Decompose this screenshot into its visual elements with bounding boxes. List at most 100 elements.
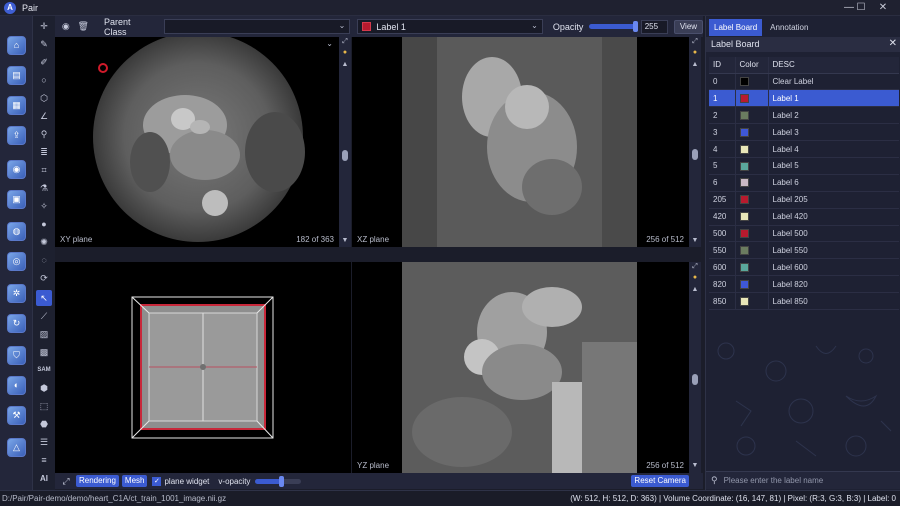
sun-tool[interactable]: ✺ [36, 234, 52, 250]
xy-scrollbar[interactable]: ⤢ ● ▲ ▼ [339, 37, 351, 247]
layers-tool[interactable]: ≣ [36, 144, 52, 160]
rotate-tool[interactable]: ⟳ [36, 270, 52, 286]
xz-scroll-thumb[interactable] [692, 149, 698, 160]
shape-tool[interactable]: ⬣ [36, 416, 52, 432]
table-row[interactable]: 500 Label 500 [709, 225, 899, 243]
module-segment-button[interactable]: ▦ [7, 96, 26, 115]
module-camera-button[interactable]: ◉ [7, 160, 26, 179]
table-row[interactable]: 6 Label 6 [709, 174, 899, 192]
table-row[interactable]: 5 Label 5 [709, 157, 899, 175]
v-opacity-thumb[interactable] [278, 475, 284, 487]
module-refresh-button[interactable]: ↻ [7, 314, 26, 333]
table-row[interactable]: 2 Label 2 [709, 106, 899, 125]
crosshair-tool[interactable]: ✛ [36, 18, 52, 34]
scroll-up-icon[interactable]: ▲ [690, 286, 700, 293]
pencil-tool[interactable]: ✎ [36, 36, 52, 52]
label-color-cell[interactable] [734, 191, 769, 209]
label-color-cell[interactable] [734, 123, 769, 142]
fullscreen-icon[interactable]: ⤢ [59, 476, 73, 487]
chevron-down-icon[interactable]: ⌄ [326, 39, 333, 48]
module-shield-button[interactable]: ⛉ [7, 346, 26, 365]
3d-viewport[interactable] [55, 262, 351, 473]
xy-viewport[interactable]: XY plane 182 of 363 ⌄ [55, 37, 339, 247]
expand-icon[interactable]: ⤢ [690, 263, 700, 271]
circle-tool[interactable]: ○ [36, 72, 52, 88]
reset-camera-button[interactable]: Reset Camera [631, 475, 689, 487]
tab-annotation[interactable]: Annotation [765, 19, 813, 36]
table-row[interactable]: 550 Label 550 [709, 241, 899, 260]
sun-icon[interactable]: ● [690, 49, 700, 56]
opacity-slider-thumb[interactable] [632, 21, 638, 32]
table-row[interactable]: 820 Label 820 [709, 275, 899, 294]
expand-icon[interactable]: ⤢ [340, 38, 350, 46]
dropper-tool[interactable]: ⚗ [36, 180, 52, 196]
module-export-button[interactable]: ⇪ [7, 126, 26, 145]
parent-class-select[interactable]: ⌄ [163, 19, 351, 34]
xy-scroll-thumb[interactable] [342, 150, 348, 161]
polygon-tool[interactable]: ⬡ [36, 90, 52, 106]
module-mask-button[interactable]: ◐ [7, 376, 26, 395]
ai-tool[interactable]: AI [36, 471, 52, 487]
module-settings-button[interactable]: ✲ [7, 284, 26, 303]
yz-viewport[interactable]: YZ plane 256 of 512 [352, 262, 689, 473]
v-opacity-slider[interactable] [255, 475, 302, 487]
label-color-cell[interactable] [734, 157, 769, 175]
label-color-cell[interactable] [734, 89, 769, 108]
opacity-value-input[interactable]: 255 [640, 19, 668, 34]
rendering-button[interactable]: Rendering [76, 475, 119, 487]
brush-tool[interactable]: ✐ [36, 54, 52, 70]
tab-label-board[interactable]: Label Board [709, 19, 763, 36]
module-home-button[interactable]: ⌂ [7, 36, 26, 55]
select-tool[interactable]: ↖ [36, 290, 52, 306]
view-button[interactable]: View [673, 19, 703, 34]
region-tool[interactable]: ▨ [36, 326, 52, 342]
label-color-cell[interactable] [734, 73, 769, 91]
table-row[interactable]: 600 Label 600 [709, 258, 899, 277]
image-tool[interactable]: ▩ [36, 344, 52, 360]
wand-tool[interactable]: ✧ [36, 198, 52, 214]
table-row[interactable]: 205 Label 205 [709, 191, 899, 209]
angle-tool[interactable]: ∠ [36, 108, 52, 124]
label-color-cell[interactable] [734, 106, 769, 125]
label-search-input[interactable] [723, 476, 884, 485]
plane-widget-checkbox[interactable]: ✓ [152, 476, 162, 486]
box-tool[interactable]: ⬚ [36, 398, 52, 414]
module-measure-button[interactable]: △ [7, 438, 26, 457]
sun-icon[interactable]: ● [340, 49, 350, 56]
close-icon[interactable]: ✕ [889, 38, 897, 49]
lasso-tool[interactable]: ◌ [36, 252, 52, 268]
sphere-tool[interactable]: ● [36, 216, 52, 232]
sliders-tool[interactable]: ☰ [36, 434, 52, 450]
label-color-cell[interactable] [734, 208, 769, 226]
module-tools-button[interactable]: ⚒ [7, 406, 26, 425]
opacity-slider[interactable] [589, 21, 638, 32]
table-row[interactable]: 1 Label 1 [709, 89, 899, 108]
list-tool[interactable]: ≡ [36, 452, 52, 468]
scroll-down-icon[interactable]: ▼ [690, 237, 700, 244]
expand-icon[interactable]: ⤢ [690, 38, 700, 46]
sun-icon[interactable]: ● [690, 274, 700, 281]
label-color-cell[interactable] [734, 174, 769, 192]
scroll-down-icon[interactable]: ▼ [690, 462, 700, 469]
yz-scroll-thumb[interactable] [692, 374, 698, 385]
xz-viewport[interactable]: XZ plane 256 of 512 [352, 37, 689, 247]
module-globe-button[interactable]: ◍ [7, 222, 26, 241]
yz-scrollbar[interactable]: ⤢ ● ▲ ▼ [689, 262, 701, 473]
label-color-cell[interactable] [734, 258, 769, 277]
cube-tool[interactable]: ⬢ [36, 380, 52, 396]
mesh-button[interactable]: Mesh [121, 475, 148, 487]
xz-scrollbar[interactable]: ⤢ ● ▲ ▼ [689, 37, 701, 247]
label-color-cell[interactable] [734, 292, 769, 310]
label-color-cell[interactable] [734, 225, 769, 243]
scroll-up-icon[interactable]: ▲ [690, 61, 700, 68]
label-color-cell[interactable] [734, 140, 769, 158]
module-print-button[interactable]: ▣ [7, 190, 26, 209]
line-tool[interactable]: ⟋ [36, 308, 52, 324]
table-row[interactable]: 3 Label 3 [709, 123, 899, 142]
table-row[interactable]: 0 Clear Label [709, 73, 899, 91]
module-open-button[interactable]: ▤ [7, 66, 26, 85]
label-select[interactable]: Label 1 ⌄ [357, 19, 543, 34]
scroll-down-icon[interactable]: ▼ [340, 237, 350, 244]
table-row[interactable]: 4 Label 4 [709, 140, 899, 158]
sam-tool[interactable]: SAM [36, 362, 52, 378]
